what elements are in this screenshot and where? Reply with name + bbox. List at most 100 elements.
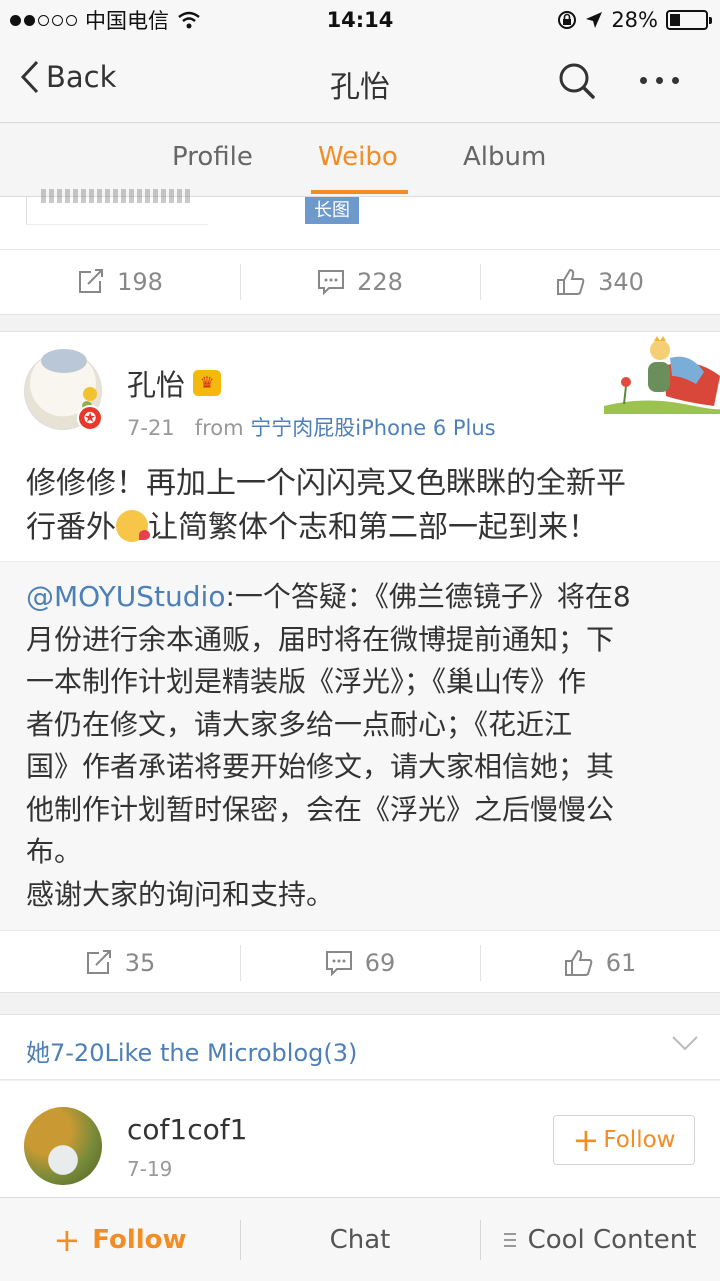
tab-album[interactable]: Album bbox=[463, 142, 546, 172]
wifi-icon bbox=[178, 11, 200, 29]
post-meta: 7-21 from 宁宁肉屁股iPhone 6 Plus bbox=[127, 412, 496, 442]
more-dot bbox=[672, 76, 679, 84]
back-button[interactable]: Back bbox=[20, 60, 116, 94]
cool-content-label: Cool Content bbox=[527, 1224, 697, 1255]
comment-count: 228 bbox=[357, 267, 403, 296]
tab-weibo[interactable]: Weibo bbox=[318, 142, 398, 172]
avatar-art bbox=[41, 349, 87, 373]
status-right: 28% bbox=[557, 8, 712, 32]
crown-icon: ♛ bbox=[193, 370, 222, 396]
follower-name[interactable]: cof1cof1 bbox=[127, 1113, 247, 1146]
battery-fill bbox=[670, 14, 680, 26]
signal-icon bbox=[10, 14, 77, 26]
post-text: 修修修！再加上一个闪闪亮又色眯眯的全新平 行番外 让简繁体个志和第二部一起到来！ bbox=[26, 462, 696, 550]
repost-line: 他制作计划暂时保密，会在《浮光》之后慢慢公 bbox=[26, 792, 615, 826]
post-action-row: 35 69 61 bbox=[0, 930, 720, 994]
repost-segment: :一个答疑：《佛兰德镜子》将在8 bbox=[225, 580, 631, 613]
author-name: 孔怡 bbox=[127, 368, 186, 402]
cool-content-button[interactable]: Cool Content bbox=[480, 1198, 720, 1281]
active-tab-indicator bbox=[311, 190, 408, 194]
comment-button[interactable]: 228 bbox=[240, 250, 480, 313]
repost-button[interactable]: 35 bbox=[0, 931, 240, 994]
previous-post-card: 长图 198 228 340 bbox=[0, 189, 720, 315]
chat-label: Chat bbox=[329, 1224, 391, 1255]
post-source[interactable]: 宁宁肉屁股iPhone 6 Plus bbox=[250, 416, 495, 440]
reposted-content[interactable]: @MOYUStudio:一个答疑：《佛兰德镜子》将在8 月份进行余本通贩，届时将… bbox=[0, 561, 720, 930]
post-text-segment: 行番外 bbox=[26, 510, 116, 545]
repost-line: @MOYUStudio:一个答疑：《佛兰德镜子》将在8 bbox=[26, 576, 631, 619]
signal-dot bbox=[24, 14, 35, 26]
post-author[interactable]: 孔怡 ♛ bbox=[127, 362, 222, 404]
follow-button-label: Follow bbox=[603, 1127, 676, 1153]
status-left: 中国电信 bbox=[10, 5, 201, 35]
repost-text: @MOYUStudio:一个答疑：《佛兰德镜子》将在8 月份进行余本通贩，届时将… bbox=[26, 576, 631, 916]
signal-dot bbox=[66, 14, 77, 26]
signal-dot bbox=[38, 14, 49, 26]
avatar[interactable] bbox=[24, 1107, 102, 1185]
follow-button[interactable]: + Follow bbox=[553, 1115, 695, 1165]
battery-percent: 28% bbox=[611, 8, 658, 32]
post-text-line: 行番外 让简繁体个志和第二部一起到来！ bbox=[26, 506, 696, 550]
prev-image-text bbox=[41, 189, 191, 203]
post-date: 7-21 bbox=[127, 416, 175, 440]
repost-line: 者仍在修文，请大家多给一点耐心；《花近江 bbox=[26, 707, 573, 741]
battery-icon bbox=[666, 10, 712, 30]
kiss-emoji-icon bbox=[116, 510, 150, 542]
verified-icon: ✪ bbox=[77, 405, 103, 431]
bottom-follow-button[interactable]: + Follow bbox=[0, 1198, 240, 1281]
repost-button[interactable]: 198 bbox=[0, 250, 240, 313]
tab-profile[interactable]: Profile bbox=[172, 142, 253, 172]
bottom-action-bar: + Follow Chat Cool Content bbox=[0, 1197, 720, 1281]
repost-line: 国》作者承诺将要开始修文，请大家相信她；其 bbox=[26, 750, 615, 783]
post-from-label: from bbox=[194, 416, 244, 440]
follower-row: cof1cof1 7-19 + Follow bbox=[0, 1081, 720, 1197]
lock-icon bbox=[558, 11, 577, 29]
avatar-flower bbox=[83, 387, 97, 401]
post-text-segment: 让简繁体个志和第二部一起到来！ bbox=[148, 510, 598, 545]
nav-bar: Back 孔怡 bbox=[0, 40, 720, 123]
follower-time: 7-19 bbox=[127, 1157, 173, 1181]
mention-link[interactable]: @MOYUStudio bbox=[26, 580, 225, 613]
liked-microblog-label: 她7-20Like the Microblog(3) bbox=[26, 1039, 358, 1067]
like-count: 340 bbox=[598, 267, 644, 296]
repost-icon bbox=[79, 268, 104, 293]
chat-button[interactable]: Chat bbox=[240, 1198, 480, 1281]
weibo-post: ✪ 孔怡 ♛ 7-21 from 宁宁肉屁股iPhone 6 Plus 修修修！… bbox=[0, 331, 720, 993]
comment-icon bbox=[325, 950, 352, 976]
prev-image-thumbnail[interactable] bbox=[26, 189, 208, 225]
carrier-label: 中国电信 bbox=[85, 9, 169, 33]
profile-tabs: Profile Weibo Album bbox=[0, 124, 720, 197]
status-bar: 中国电信 14:14 28% bbox=[0, 0, 720, 40]
more-dot bbox=[640, 76, 647, 84]
like-count: 61 bbox=[605, 948, 637, 977]
back-chevron-icon bbox=[20, 60, 39, 94]
back-label: Back bbox=[46, 60, 117, 94]
plus-icon: + bbox=[572, 1121, 600, 1159]
avatar[interactable]: ✪ bbox=[24, 349, 103, 431]
repost-count: 198 bbox=[117, 267, 163, 296]
location-icon bbox=[586, 12, 603, 28]
signal-dot bbox=[10, 14, 21, 26]
liked-microblog-bar[interactable]: 她7-20Like the Microblog(3) bbox=[0, 1014, 720, 1080]
prince-decoration bbox=[604, 336, 720, 414]
menu-icon bbox=[503, 1232, 516, 1247]
chevron-down-icon bbox=[672, 1036, 698, 1051]
like-icon bbox=[564, 949, 593, 976]
comment-icon bbox=[318, 269, 345, 295]
repost-icon bbox=[86, 949, 111, 974]
comment-button[interactable]: 69 bbox=[240, 931, 480, 994]
signal-dot bbox=[52, 14, 63, 26]
repost-line: 感谢大家的询问和支持。 bbox=[26, 877, 335, 911]
bottom-follow-label: Follow bbox=[92, 1224, 187, 1255]
post-text-line: 修修修！再加上一个闪闪亮又色眯眯的全新平 bbox=[26, 466, 626, 501]
like-button[interactable]: 61 bbox=[480, 931, 720, 994]
like-button[interactable]: 340 bbox=[480, 250, 720, 313]
repost-line: 月份进行余本通贩，届时将在微博提前通知；下 bbox=[26, 622, 615, 656]
more-icon[interactable] bbox=[640, 62, 679, 98]
more-dot bbox=[656, 76, 663, 84]
comment-count: 69 bbox=[364, 948, 396, 977]
long-image-badge: 长图 bbox=[305, 197, 359, 224]
plus-icon: + bbox=[53, 1220, 81, 1259]
like-icon bbox=[557, 268, 585, 295]
search-icon[interactable] bbox=[558, 62, 596, 100]
